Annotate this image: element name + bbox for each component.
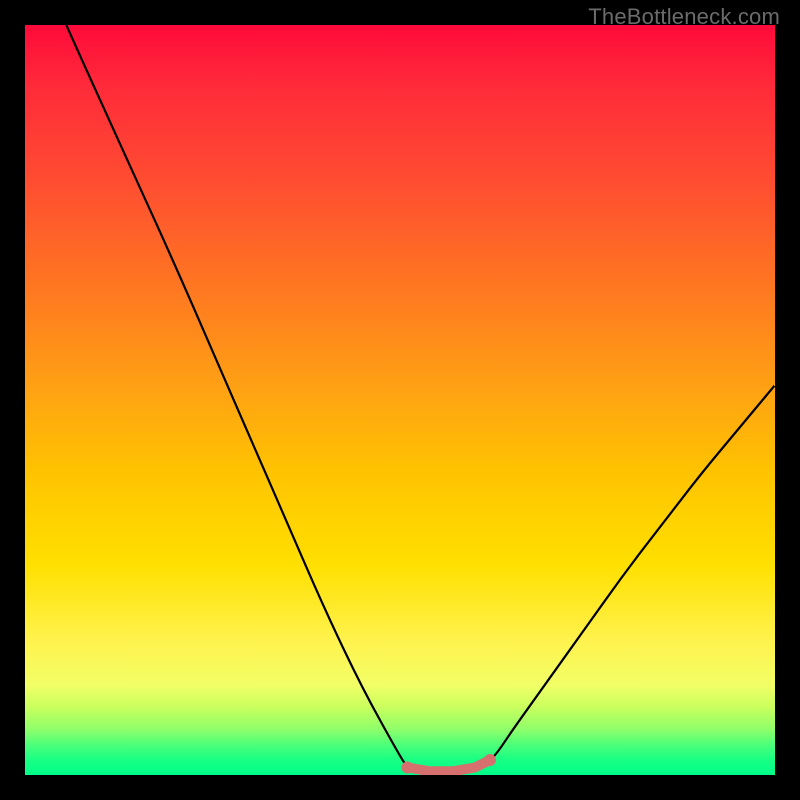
chart-frame: TheBottleneck.com xyxy=(0,0,800,800)
curve-path xyxy=(66,25,775,771)
highlight-path xyxy=(408,760,491,771)
highlight-dot-left xyxy=(402,762,414,774)
plot-area xyxy=(25,25,775,775)
highlight-dot-right xyxy=(484,754,496,766)
bottleneck-curve-svg xyxy=(25,25,775,775)
